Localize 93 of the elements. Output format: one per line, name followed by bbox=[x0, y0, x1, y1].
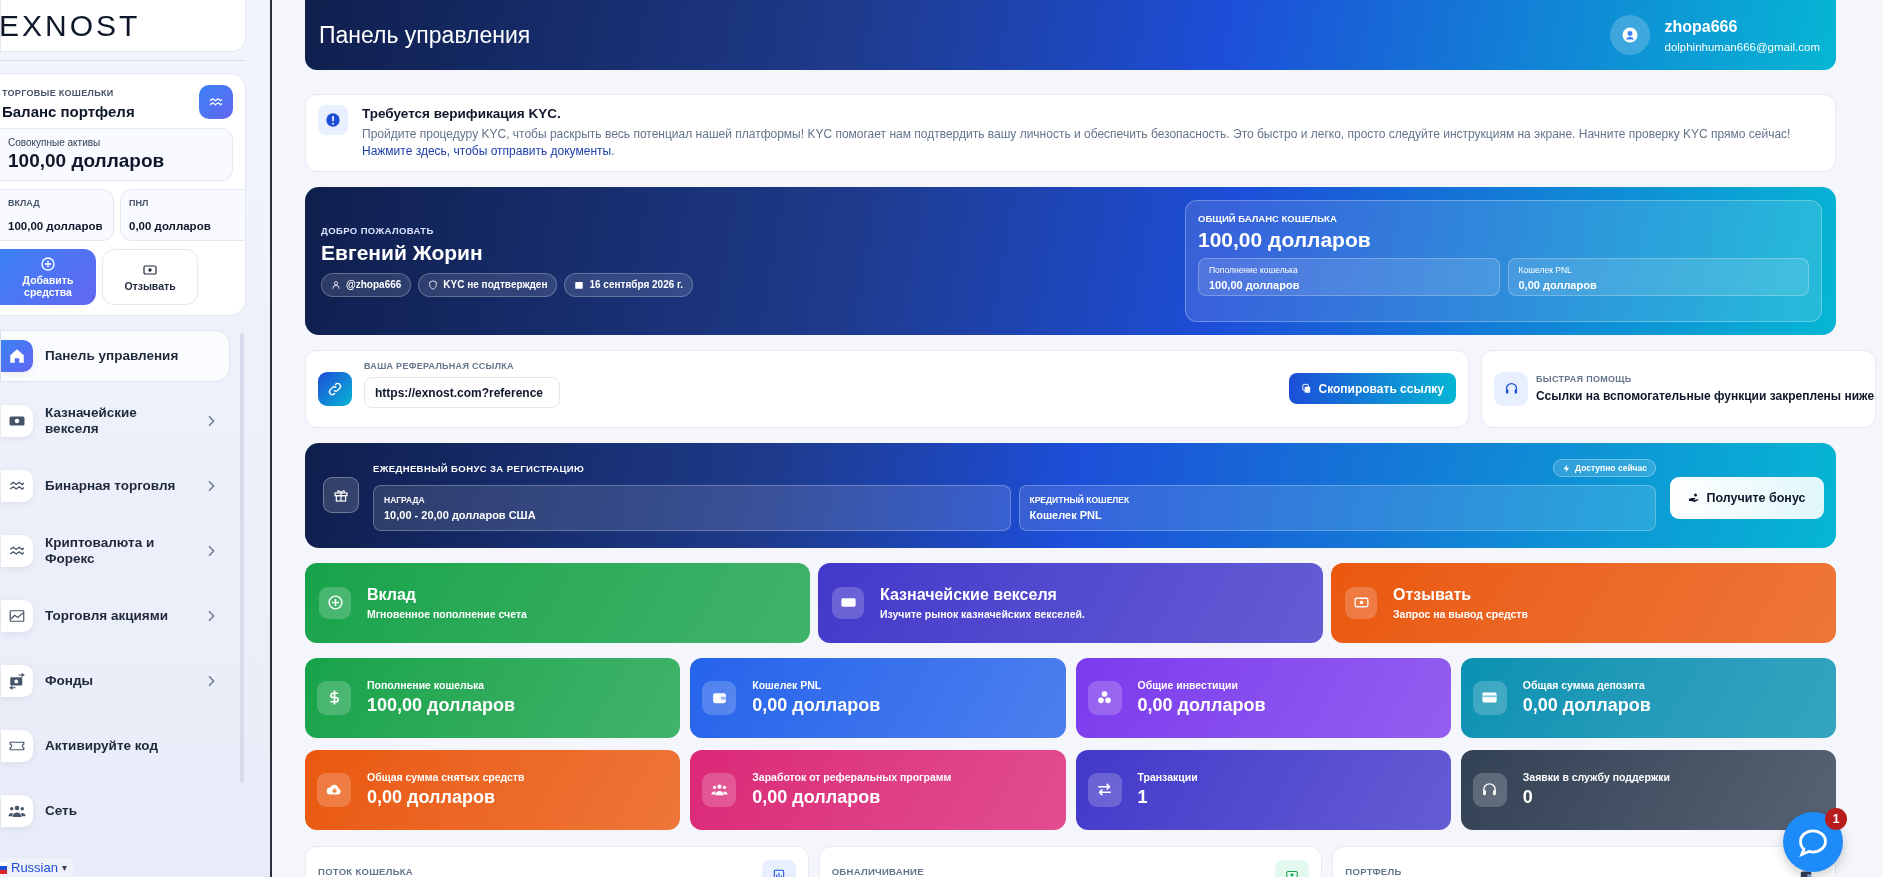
user-icon bbox=[1621, 26, 1640, 44]
chip-text: KYC не подтвержден bbox=[443, 279, 548, 291]
total-assets-label: Совокупные активы bbox=[8, 137, 102, 148]
copy-link-button[interactable]: Скопировать ссылку bbox=[1289, 373, 1456, 405]
welcome-label: ДОБРО ПОЖАЛОВАТЬ bbox=[321, 224, 435, 236]
alert-text: Пройдите процедуру KYC, чтобы раскрыть весь потенциал нашей платформы! KYC помогает нам подтвердить вашу личность и обеспечить безопасность. Это быстро и легко, просто следуйте инструкциям на экране. Начните проверку KYC прямо сейчас! Нажмите здесь, чтобы отправить документы. bbox=[362, 126, 1792, 161]
stat-label: Кошелек PNL bbox=[752, 679, 823, 692]
user-full-name: Евгений Жорин bbox=[321, 240, 484, 265]
bonus-info-label: КРЕДИТНЫЙ КОШЕЛЕК bbox=[1029, 495, 1131, 506]
balance-item-value: 0,00 долларов bbox=[1518, 278, 1598, 291]
page-title: Панель управления bbox=[319, 21, 532, 49]
help-text: Ссылки на вспомогательные функции закреплены ниже bbox=[1536, 389, 1875, 404]
stat-value: 100,00 долларов bbox=[8, 220, 104, 232]
bar-chart-icon bbox=[771, 867, 786, 877]
stat-value: 100,00 долларов bbox=[367, 695, 515, 717]
chip-text: @zhopa666 bbox=[346, 279, 402, 291]
chip-text: 16 сентября 2026 г. bbox=[589, 279, 683, 291]
bonus-info-label: НАГРАДА bbox=[384, 495, 426, 506]
menu-item-icon bbox=[8, 347, 26, 365]
stat-label: Общая сумма снятых средств bbox=[367, 771, 525, 784]
link-icon bbox=[327, 380, 343, 397]
stat-value: 0 bbox=[1522, 787, 1534, 809]
bonus-info-value: 10,00 - 20,00 долларов США bbox=[384, 509, 537, 522]
chat-icon bbox=[1798, 827, 1828, 857]
action-subtitle: Запрос на вывод средств bbox=[1393, 607, 1528, 620]
withdraw-button[interactable]: Отзывать bbox=[102, 249, 198, 305]
nav-item[interactable]: Казначейские векселя bbox=[0, 395, 230, 447]
user-icon bbox=[331, 279, 341, 290]
bonus-info-value: Кошелек PNL bbox=[1029, 509, 1103, 522]
action-title: Казначейские векселя bbox=[880, 585, 1058, 604]
nav-item[interactable]: Сеть bbox=[0, 785, 230, 837]
alert-icon bbox=[325, 112, 341, 128]
gift-icon bbox=[333, 487, 349, 504]
avatar[interactable] bbox=[1610, 15, 1651, 55]
bolt-icon bbox=[1562, 463, 1572, 473]
nav-item[interactable]: Панель управления bbox=[0, 330, 230, 382]
stat-label: Транзакции bbox=[1137, 771, 1198, 784]
stat-label: Общие инвестиции bbox=[1137, 679, 1239, 692]
nav-item[interactable]: Бинарная торговля bbox=[0, 460, 230, 512]
shield-icon bbox=[428, 279, 439, 290]
stat-label: Пополнение кошелька bbox=[367, 679, 486, 692]
logo-text: EXNOST bbox=[0, 8, 141, 43]
stat-value: 0,00 долларов bbox=[1137, 695, 1266, 717]
bonus-label: ЕЖЕДНЕВНЫЙ БОНУС ЗА РЕГИСТРАЦИЮ bbox=[373, 462, 585, 474]
stat-label: Заявки в службу поддержки bbox=[1522, 771, 1670, 784]
balance-item-label: Кошелек PNL bbox=[1518, 264, 1573, 275]
plus-circle-icon bbox=[40, 255, 56, 272]
balance-item-label: Пополнение кошелька bbox=[1209, 264, 1299, 275]
menu-item-icon bbox=[8, 672, 26, 690]
summary-title: ПОРТФЕЛЬ bbox=[1345, 865, 1402, 877]
alert-title: Требуется верификация KYC. bbox=[362, 106, 562, 121]
action-title: Отзывать bbox=[1393, 585, 1473, 604]
plus-circle-icon bbox=[326, 594, 344, 612]
nav-item[interactable]: Криптовалюта и Форекс bbox=[0, 525, 230, 577]
referral-label: ВАША РЕФЕРАЛЬНАЯ ССЫЛКА bbox=[364, 361, 515, 372]
balance-label: ОБЩИЙ БАЛАНС КОШЕЛЬКА bbox=[1198, 212, 1338, 224]
action-card[interactable]: Казначейские векселя Изучите рынок казначейских векселей. bbox=[818, 562, 1323, 643]
referral-link-field[interactable]: https://exnost.com?reference bbox=[364, 377, 560, 409]
stat-value: 0,00 долларов bbox=[752, 695, 881, 717]
stat-label: ВКЛАД bbox=[8, 198, 41, 208]
total-assets-value: 100,00 долларов bbox=[8, 150, 166, 172]
nav-item[interactable]: Торговля акциями bbox=[0, 590, 230, 642]
copy-icon bbox=[1301, 383, 1313, 395]
stat-label: ПНЛ bbox=[129, 198, 150, 208]
balance-item-value: 100,00 долларов bbox=[1209, 278, 1301, 291]
stat-value: 1 bbox=[1137, 787, 1149, 809]
hand-coin-icon bbox=[1688, 492, 1701, 505]
stat-value: 0,00 долларов bbox=[752, 787, 882, 809]
stat-value: 0,00 долларов bbox=[129, 220, 212, 232]
calendar-icon bbox=[574, 279, 585, 290]
user-email: dolphinhuman666@gmail.com bbox=[1664, 40, 1820, 53]
stat-value: 0,00 долларов bbox=[367, 787, 496, 809]
menu-item-icon bbox=[8, 607, 26, 625]
help-label: БЫСТРАЯ ПОМОЩЬ bbox=[1536, 374, 1633, 385]
user-name: zhopa666 bbox=[1664, 17, 1739, 36]
summary-title: ОБНАЛИЧИВАНИЕ bbox=[831, 865, 924, 877]
balance-value: 100,00 долларов bbox=[1198, 227, 1372, 252]
action-subtitle: Мгновенное пополнение счета bbox=[367, 607, 527, 620]
nav-item[interactable]: Активируйте код bbox=[0, 720, 230, 772]
action-title: Вклад bbox=[367, 585, 417, 604]
action-subtitle: Изучите рынок казначейских векселей. bbox=[880, 607, 1085, 620]
get-bonus-button[interactable]: Получите бонус bbox=[1670, 477, 1824, 520]
wallet-label: ТОРГОВЫЕ КОШЕЛЬКИ bbox=[2, 88, 115, 98]
stat-value: 0,00 долларов bbox=[1522, 695, 1651, 717]
summary-title: ПОТОК КОШЕЛЬКА bbox=[318, 865, 414, 877]
availability-badge: Доступно сейчас bbox=[1553, 459, 1656, 478]
add-funds-button[interactable]: Добавить средства bbox=[0, 249, 96, 305]
stat-label: Заработок от реферальных программ bbox=[752, 771, 952, 784]
language-select[interactable]: Russian ▾ bbox=[0, 858, 73, 877]
notification-badge: 1 bbox=[1825, 808, 1847, 830]
nav-item[interactable]: Фонды bbox=[0, 655, 230, 707]
wallet-title: Баланс портфеля bbox=[2, 103, 136, 120]
stat-label: Общая сумма депозита bbox=[1522, 679, 1646, 692]
